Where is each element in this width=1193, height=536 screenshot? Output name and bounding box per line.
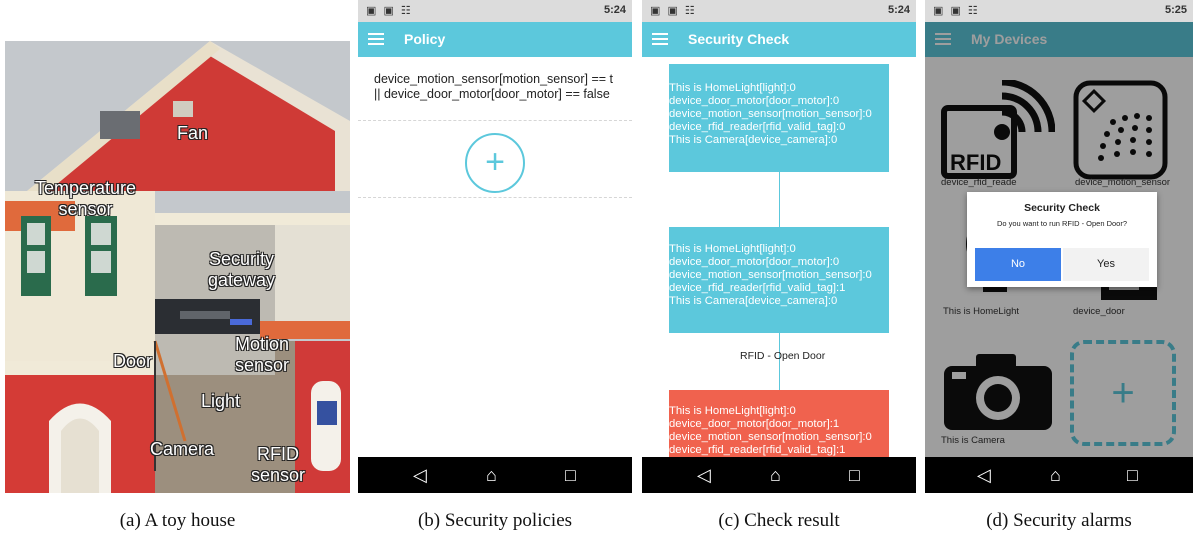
state-line: device_rfid_reader[rfid_valid_tag]:1 bbox=[669, 444, 846, 456]
add-policy-button[interactable]: + bbox=[465, 133, 525, 193]
transition-label: RFID - Open Door bbox=[740, 350, 826, 362]
notification-icons: ▣ ▣ ☷ bbox=[650, 5, 697, 17]
back-icon[interactable]: ◁ bbox=[977, 465, 991, 486]
home-icon[interactable]: ⌂ bbox=[486, 465, 497, 486]
caption-d: (d) Security alarms bbox=[986, 510, 1132, 531]
policy-line: device_motion_sensor[motion_sensor] == t bbox=[374, 72, 614, 86]
clock: 5:25 bbox=[1164, 4, 1187, 16]
no-button[interactable]: No bbox=[975, 248, 1061, 281]
recents-icon[interactable]: □ bbox=[1127, 465, 1138, 486]
temperature-sensor-label: Temperature sensor bbox=[35, 178, 137, 219]
dialog-title: Security Check bbox=[1024, 202, 1100, 214]
security-check-dialog: Security Check Do you want to run RFID -… bbox=[967, 192, 1157, 287]
back-icon[interactable]: ◁ bbox=[413, 465, 427, 486]
back-icon[interactable]: ◁ bbox=[697, 465, 711, 486]
transition-line bbox=[779, 172, 780, 227]
notification-icons: ▣ ▣ ☷ bbox=[366, 5, 413, 17]
recents-icon[interactable]: □ bbox=[565, 465, 576, 486]
state-line: This is Camera[device_camera]:0 bbox=[669, 134, 838, 146]
notification-icons: ▣ ▣ ☷ bbox=[933, 5, 980, 17]
home-icon[interactable]: ⌂ bbox=[770, 465, 781, 486]
state-line: device_motion_sensor[motion_sensor]:0 bbox=[669, 431, 872, 443]
clock: 5:24 bbox=[603, 4, 626, 16]
recents-icon[interactable]: □ bbox=[849, 465, 860, 486]
app-bar: Policy bbox=[358, 22, 632, 57]
state-line: This is Camera[device_camera]:0 bbox=[669, 295, 838, 307]
phone-policy-screen: ▣ ▣ ☷ 5:24 Policy device_motion_sensor[m… bbox=[358, 0, 632, 493]
nav-bar: ◁ ⌂ □ bbox=[358, 457, 632, 493]
status-bar: ▣ ▣ ☷ 5:25 bbox=[925, 0, 1193, 22]
motion-sensor-label: Motion sensor bbox=[235, 334, 290, 375]
screen-title: Security Check bbox=[688, 31, 790, 47]
divider bbox=[358, 197, 632, 198]
phone-check-screen: ▣ ▣ ☷ 5:24 Security Check This is HomeLi… bbox=[642, 0, 916, 493]
state-node: This is HomeLight[light]:0 device_door_mo… bbox=[669, 64, 889, 172]
state-line: device_door_motor[door_motor]:1 bbox=[669, 418, 840, 430]
security-gateway-label: Security gateway bbox=[208, 249, 276, 290]
state-node: This is HomeLight[light]:0 device_door_mo… bbox=[669, 227, 889, 333]
caption-b: (b) Security policies bbox=[417, 510, 573, 531]
state-line: This is HomeLight[light]:0 bbox=[669, 405, 796, 417]
screen-title: Policy bbox=[404, 31, 446, 47]
policy-rule[interactable]: device_motion_sensor[motion_sensor] == t… bbox=[374, 72, 632, 102]
home-icon[interactable]: ⌂ bbox=[1050, 465, 1061, 486]
rfid-sensor-label: RFID sensor bbox=[251, 444, 306, 485]
app-bar: Security Check bbox=[642, 22, 916, 57]
house-illustration bbox=[5, 41, 350, 493]
light-label: Light bbox=[201, 391, 241, 411]
state-line: This is HomeLight[light]:0 bbox=[669, 82, 796, 94]
state-line: device_door_motor[door_motor]:0 bbox=[669, 95, 840, 107]
status-bar: ▣ ▣ ☷ 5:24 bbox=[358, 0, 632, 22]
status-bar: ▣ ▣ ☷ 5:24 bbox=[642, 0, 916, 22]
menu-icon[interactable] bbox=[368, 33, 384, 45]
alert-state-node: This is HomeLight[light]:0 device_door_mo… bbox=[669, 390, 889, 457]
state-line: device_door_motor[door_motor]:0 bbox=[669, 256, 840, 268]
state-line: device_motion_sensor[motion_sensor]:0 bbox=[669, 108, 872, 120]
toy-house-photo: Fan Temperature sensor Security gateway … bbox=[5, 41, 350, 493]
caption-c: (c) Check result bbox=[718, 510, 840, 531]
door-label: Door bbox=[113, 351, 153, 371]
menu-icon[interactable] bbox=[652, 33, 668, 45]
state-line: device_motion_sensor[motion_sensor]:0 bbox=[669, 269, 872, 281]
nav-bar: ◁ ⌂ □ bbox=[642, 457, 916, 493]
policy-line: || device_door_motor[door_motor] == fals… bbox=[374, 87, 610, 101]
state-line: device_rfid_reader[rfid_valid_tag]:0 bbox=[669, 121, 846, 133]
caption-a: (a) A toy house bbox=[119, 510, 236, 531]
nav-bar: ◁ ⌂ □ bbox=[925, 457, 1193, 493]
phone-devices-screen: ▣ ▣ ☷ 5:25 My Devices RFID device_rfid_r… bbox=[925, 0, 1193, 493]
camera-label: Camera bbox=[150, 439, 215, 459]
dialog-message: Do you want to run RFID - Open Door? bbox=[996, 219, 1128, 228]
state-line: device_rfid_reader[rfid_valid_tag]:1 bbox=[669, 282, 846, 294]
yes-button[interactable]: Yes bbox=[1063, 248, 1149, 281]
state-line: This is HomeLight[light]:0 bbox=[669, 243, 796, 255]
clock: 5:24 bbox=[887, 4, 910, 16]
divider bbox=[358, 120, 632, 121]
fan-label: Fan bbox=[177, 123, 209, 143]
